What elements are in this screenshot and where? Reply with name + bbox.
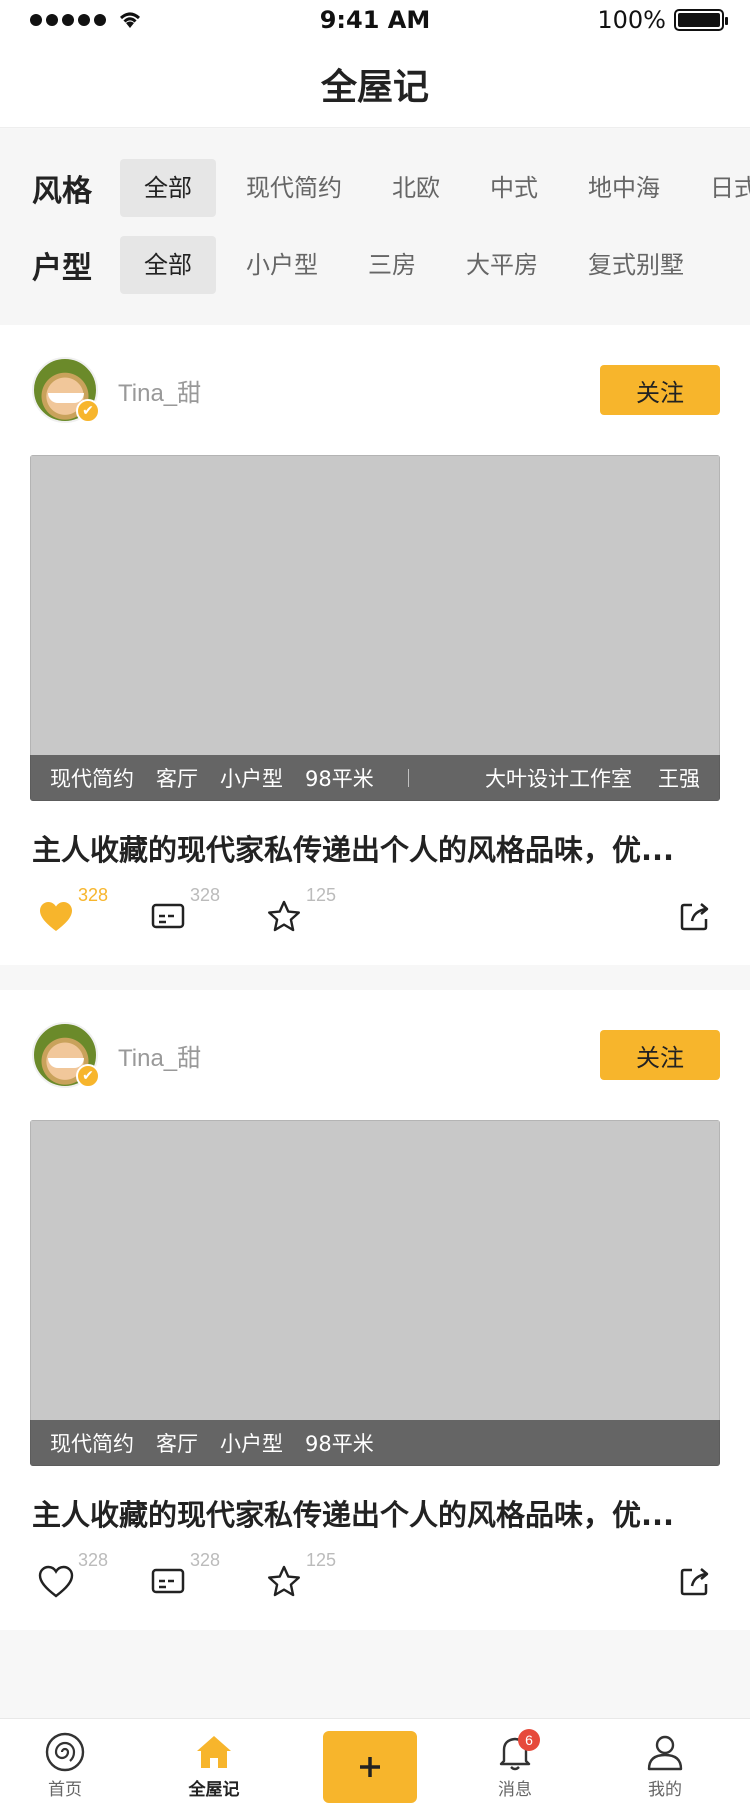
style-filter-label: 风格 (32, 174, 92, 209)
share-icon[interactable] (678, 899, 712, 933)
tag-style: 现代简约 (50, 767, 134, 791)
style-option-all[interactable]: 全部 (120, 159, 216, 217)
verified-badge-icon: ✔ (76, 399, 100, 423)
style-filter-row: 风格 全部 现代简约 北欧 中式 地中海 日式 (0, 159, 750, 217)
comment-icon (151, 903, 185, 929)
battery-percent: 100% (597, 6, 666, 34)
comment-button[interactable]: 328 (150, 1550, 220, 1600)
username[interactable]: Tina_甜 (118, 1038, 201, 1073)
tag-area: 98平米 (305, 767, 374, 791)
verified-badge-icon: ✔ (76, 1064, 100, 1088)
username[interactable]: Tina_甜 (118, 373, 201, 408)
style-option-modern[interactable]: 现代简约 (226, 159, 362, 217)
battery-icon (674, 9, 728, 31)
star-icon (268, 1565, 300, 1597)
plus-icon (360, 1757, 380, 1777)
star-icon (268, 900, 300, 932)
like-button[interactable]: 328 (38, 1550, 108, 1600)
comment-icon (151, 1568, 185, 1594)
tag-style: 现代简约 (50, 1432, 134, 1456)
layout-option-all[interactable]: 全部 (120, 236, 216, 294)
like-button[interactable]: 328 (38, 885, 108, 935)
tag-divider (407, 769, 409, 787)
tab-home-label: 首页 (48, 1780, 82, 1800)
post-tags-overlay: 现代简约 客厅 小户型 98平米 (30, 1420, 720, 1466)
wifi-icon (120, 12, 140, 28)
page-title: 全屋记 (320, 66, 429, 108)
follow-button[interactable]: 关注 (600, 1030, 720, 1080)
designer-name: 王强 (658, 767, 700, 791)
share-icon[interactable] (678, 1564, 712, 1598)
studio-name: 大叶设计工作室 (485, 767, 632, 791)
layout-option-small[interactable]: 小户型 (226, 236, 338, 294)
tag-layout: 小户型 (220, 1432, 283, 1456)
post-action-bar: 328 328 125 (32, 885, 720, 945)
layout-option-flat[interactable]: 大平房 (446, 236, 558, 294)
kitchen-photo (30, 1120, 720, 1466)
home-spiral-icon (45, 1732, 85, 1772)
post-title[interactable]: 主人收藏的现代家私传递出个人的风格品味，优... (32, 827, 722, 869)
post-author-row: ✔ Tina_甜 关注 (32, 1020, 720, 1090)
message-count-badge: 6 (518, 1729, 540, 1751)
style-option-mediterranean[interactable]: 地中海 (568, 159, 680, 217)
tab-profile-label: 我的 (648, 1780, 682, 1800)
tag-room: 客厅 (156, 1432, 198, 1456)
post-author-row: ✔ Tina_甜 关注 (32, 355, 720, 425)
post-title[interactable]: 主人收藏的现代家私传递出个人的风格品味，优... (32, 1492, 722, 1534)
style-option-nordic[interactable]: 北欧 (372, 159, 460, 217)
layout-option-duplex[interactable]: 复式别墅 (568, 236, 704, 294)
tab-profile[interactable]: 我的 (610, 1719, 720, 1814)
post-card[interactable]: ✔ Tina_甜 关注 现代简约 客厅 小户型 98平米 主人收藏的现代家私传递… (0, 990, 750, 1630)
battery-group: 100% (597, 6, 728, 34)
signal-strength-icon (30, 14, 106, 26)
comment-count: 328 (190, 885, 221, 905)
tag-layout: 小户型 (220, 767, 283, 791)
style-option-chinese[interactable]: 中式 (470, 159, 558, 217)
avatar[interactable]: ✔ (32, 357, 100, 423)
layout-filter-row: 户型 全部 小户型 三房 大平房 复式别墅 (0, 236, 714, 294)
post-action-bar: 328 328 125 (32, 1550, 720, 1610)
filter-panel: 风格 全部 现代简约 北欧 中式 地中海 日式 户型 全部 小户型 三房 大平房… (0, 129, 750, 325)
heart-outline-icon (38, 1565, 74, 1598)
avatar[interactable]: ✔ (32, 1022, 100, 1088)
heart-filled-icon (40, 902, 72, 931)
follow-button[interactable]: 关注 (600, 365, 720, 415)
tab-bar: 首页 全屋记 6 消息 我的 (0, 1718, 750, 1814)
person-icon (647, 1735, 683, 1771)
like-count: 328 (78, 885, 109, 905)
tab-whole-house-label: 全屋记 (188, 1780, 240, 1800)
tag-room: 客厅 (156, 767, 198, 791)
nav-bar: 全屋记 (0, 40, 750, 128)
comment-button[interactable]: 328 (150, 885, 220, 935)
favorite-button[interactable]: 125 (266, 1550, 336, 1600)
status-bar: 9:41 AM 100% (0, 0, 750, 40)
tag-area: 98平米 (305, 1432, 374, 1456)
post-image[interactable]: 现代简约 客厅 小户型 98平米 大叶设计工作室 王强 (30, 455, 720, 801)
tab-whole-house[interactable]: 全屋记 (159, 1719, 269, 1814)
layout-filter-label: 户型 (32, 251, 92, 286)
favorite-count: 125 (306, 1550, 337, 1570)
tab-home[interactable]: 首页 (10, 1719, 120, 1814)
favorite-count: 125 (306, 885, 337, 905)
style-option-japanese[interactable]: 日式 (690, 159, 750, 217)
favorite-button[interactable]: 125 (266, 885, 336, 935)
tab-messages[interactable]: 6 消息 (460, 1719, 570, 1814)
layout-option-three-room[interactable]: 三房 (348, 236, 436, 294)
like-count: 328 (78, 1550, 109, 1570)
post-card[interactable]: ✔ Tina_甜 关注 现代简约 客厅 小户型 98平米 大叶设计工作室 王强 … (0, 325, 750, 965)
living-room-photo (30, 455, 720, 801)
house-icon (197, 1736, 231, 1768)
comment-count: 328 (190, 1550, 221, 1570)
create-post-button[interactable] (323, 1731, 417, 1803)
post-image[interactable]: 现代简约 客厅 小户型 98平米 (30, 1120, 720, 1466)
signal-group (30, 10, 144, 30)
tab-messages-label: 消息 (498, 1780, 532, 1800)
post-tags-overlay: 现代简约 客厅 小户型 98平米 大叶设计工作室 王强 (30, 755, 720, 801)
